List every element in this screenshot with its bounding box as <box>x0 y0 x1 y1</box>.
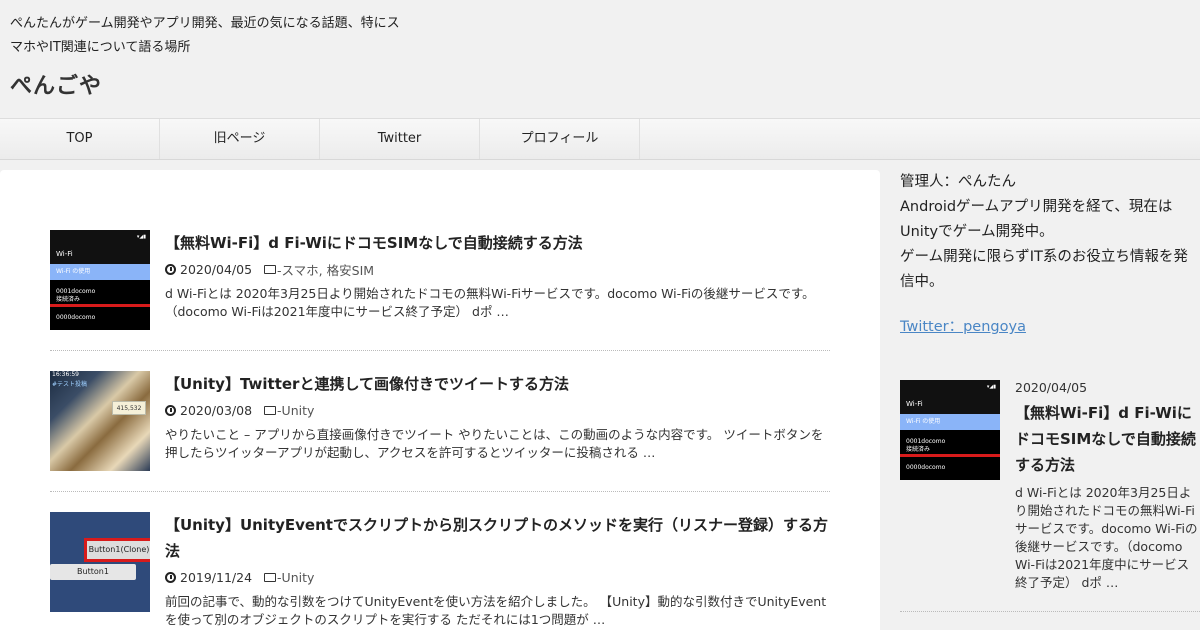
post-categories[interactable]: -スマホ, 格安SIM <box>277 260 374 279</box>
post-categories[interactable]: -Unity <box>277 403 314 418</box>
post-thumbnail[interactable]: 16:36:59 #テスト投稿 415,532 <box>50 371 150 471</box>
thumb-time: 16:36:59 <box>52 371 79 378</box>
nav-item-old-page[interactable]: 旧ページ <box>160 119 320 159</box>
thumb-wifi-menu: Wi-Fi の使用 <box>900 414 1000 430</box>
clock-icon <box>165 404 176 416</box>
post-divider <box>50 491 830 492</box>
nav-item-top[interactable]: TOP <box>0 119 160 159</box>
nav-item-profile[interactable]: プロフィール <box>480 119 640 159</box>
thumb-ssid: 0001docomo 接続済み <box>906 438 945 454</box>
nav-item-twitter[interactable]: Twitter <box>320 119 480 159</box>
thumb-ssid-2: 0000docomo <box>56 314 96 321</box>
clock-icon <box>165 263 176 275</box>
post-body: 【無料Wi-Fi】d Fi-WiにドコモSIMなしで自動接続する方法 2020/… <box>165 230 830 321</box>
global-nav: TOP 旧ページ Twitter プロフィール <box>0 118 1200 160</box>
thumb-button-clone: Button1(Clone) <box>84 538 150 562</box>
sidebar: 管理人：ぺんたん Androidゲームアプリ開発を経て、現在はUnityでゲーム… <box>900 170 1200 612</box>
thumb-wifi-header: Wi-Fi <box>50 244 150 264</box>
post-title[interactable]: 【Unity】Twitterと連携して画像付きでツイートする方法 <box>165 371 830 397</box>
post-meta: 2019/11/24 -Unity <box>165 567 830 587</box>
recent-post-info: 2020/04/05 【無料Wi-Fi】d Fi-WiにドコモSIMなしで自動接… <box>1015 380 1200 592</box>
post-thumbnail[interactable]: ▾◢▮ Wi-Fi Wi-Fi の使用 0001docomo 接続済み 0000d… <box>50 230 150 330</box>
thumb-button: Button1 <box>50 564 136 580</box>
post-date: 2020/04/05 <box>180 261 253 277</box>
recent-post-thumbnail[interactable]: ▾◢▮ Wi-Fi Wi-Fi の使用 0001docomo 接続済み 0000d… <box>900 380 1000 480</box>
post-excerpt: d Wi-Fiとは 2020年3月25日より開始されたドコモの無料Wi-Fiサー… <box>165 286 815 319</box>
recent-post-title[interactable]: 【無料Wi-Fi】d Fi-WiにドコモSIMなしで自動接続する方法 <box>1015 400 1200 478</box>
post-date: 2020/03/08 <box>180 402 253 418</box>
post-title[interactable]: 【Unity】UnityEventでスクリプトから別スクリプトのメソッドを実行（… <box>165 512 830 564</box>
recent-post-excerpt: d Wi-Fiとは 2020年3月25日より開始されたドコモの無料Wi-Fiサー… <box>1015 485 1198 590</box>
clock-icon <box>165 571 176 583</box>
status-bar: ▾◢▮ <box>900 380 1000 394</box>
post-date: 2019/11/24 <box>180 569 253 585</box>
post-divider <box>50 350 830 351</box>
thumb-ssid-name: 0001docomo <box>906 438 946 445</box>
recent-post-date: 2020/04/05 <box>1015 380 1088 395</box>
thumb-ssid: 0001docomo 接続済み <box>56 288 95 304</box>
recent-post-divider <box>900 611 1200 612</box>
thumb-ssid-name: 0001docomo <box>56 288 96 295</box>
post-thumbnail[interactable]: Button1(Clone) Button1 <box>50 512 150 612</box>
post-title[interactable]: 【無料Wi-Fi】d Fi-WiにドコモSIMなしで自動接続する方法 <box>165 230 830 256</box>
thumb-highlight <box>50 304 150 307</box>
thumb-score-badge: 415,532 <box>112 401 146 415</box>
site-header: ぺんたんがゲーム開発やアプリ開発、最近の気になる話題、特にスマホやIT関連につい… <box>0 0 1200 118</box>
site-title[interactable]: ぺんごや <box>10 68 102 100</box>
post-excerpt: 前回の記事で、動的な引数をつけてUnityEventを使い方法を紹介しました。 … <box>165 594 827 627</box>
folder-icon <box>264 405 277 415</box>
post-body: 【Unity】Twitterと連携して画像付きでツイートする方法 2020/03… <box>165 371 830 462</box>
thumb-wifi-header: Wi-Fi <box>900 394 1000 414</box>
post-excerpt: やりたいこと – アプリから直接画像付きでツイート やりたいことは、この動画のよ… <box>165 427 824 460</box>
thumb-ssid-status: 接続済み <box>56 296 81 303</box>
post-meta: 2020/03/08 -Unity <box>165 400 830 420</box>
site-tagline: ぺんたんがゲーム開発やアプリ開発、最近の気になる話題、特にスマホやIT関連につい… <box>10 16 400 55</box>
post-categories[interactable]: -Unity <box>277 570 314 585</box>
post-meta: 2020/04/05 -スマホ, 格安SIM <box>165 259 830 279</box>
profile-admin: 管理人：ぺんたん <box>900 174 1016 190</box>
profile-widget: 管理人：ぺんたん Androidゲームアプリ開発を経て、現在はUnityでゲーム… <box>900 170 1200 336</box>
thumb-ssid-2: 0000docomo <box>906 464 946 471</box>
folder-icon <box>264 572 277 582</box>
thumb-ssid-status: 接続済み <box>906 446 931 453</box>
post-body: 【Unity】UnityEventでスクリプトから別スクリプトのメソッドを実行（… <box>165 512 830 629</box>
thumb-highlight <box>900 454 1000 457</box>
profile-bio: Androidゲームアプリ開発を経て、現在はUnityでゲーム開発中。 <box>900 199 1173 240</box>
main-content: ▾◢▮ Wi-Fi Wi-Fi の使用 0001docomo 接続済み 0000d… <box>0 170 880 630</box>
profile-note: ゲーム開発に限らずIT系のお役立ち情報を発信中。 <box>900 249 1188 290</box>
thumb-hashtag: #テスト投稿 <box>52 381 88 388</box>
thumb-wifi-menu: Wi-Fi の使用 <box>50 264 150 280</box>
folder-icon <box>264 264 277 274</box>
twitter-link[interactable]: Twitter：pengoya <box>900 315 1200 336</box>
status-bar: ▾◢▮ <box>50 230 150 244</box>
